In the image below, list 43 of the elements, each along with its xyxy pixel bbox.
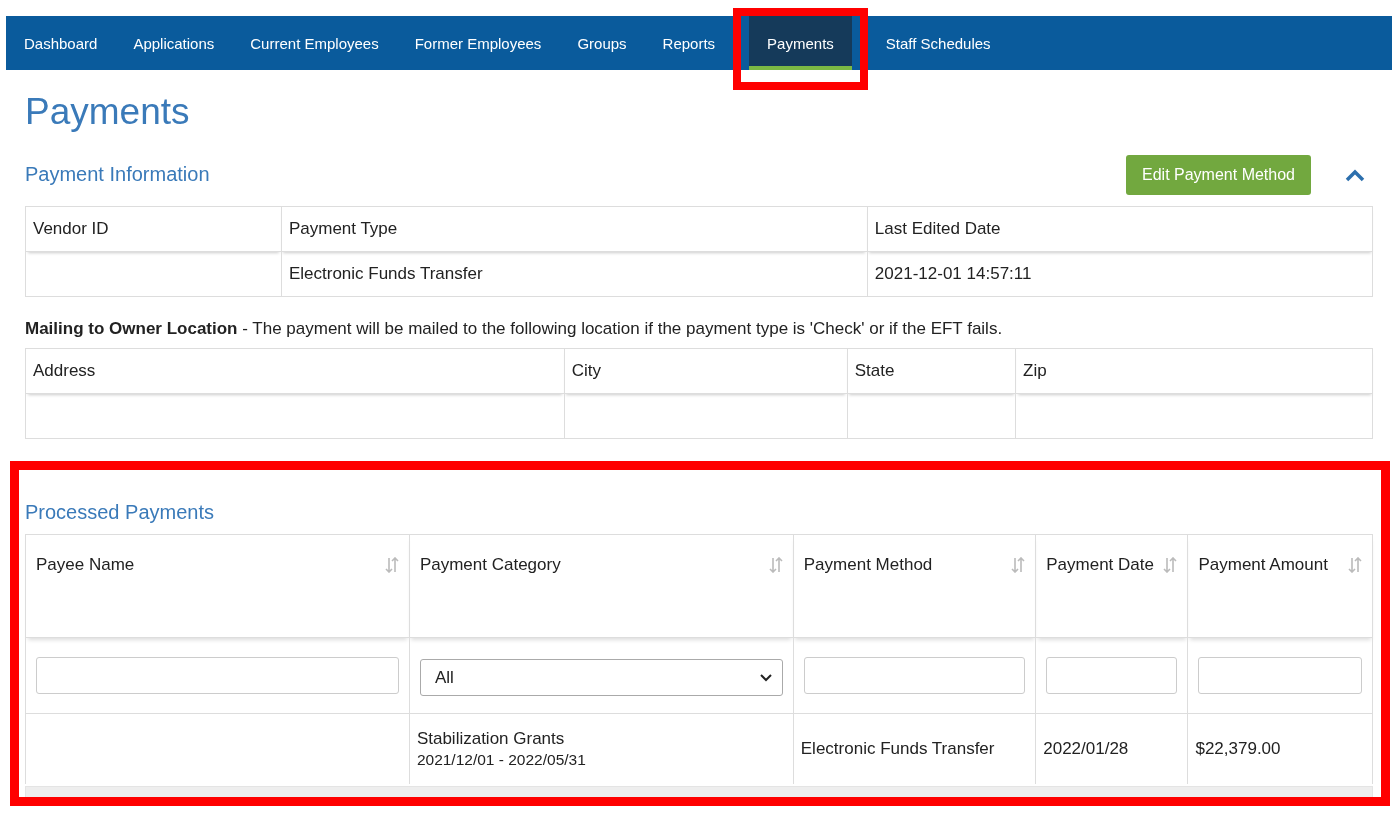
collapse-icon[interactable] xyxy=(1345,167,1365,182)
nav-tab[interactable]: Former Employees xyxy=(396,16,560,70)
column-header: Payment Type xyxy=(281,206,868,252)
nav-tab[interactable]: Applications xyxy=(115,16,233,70)
filter-input[interactable] xyxy=(1046,657,1178,694)
sort-icon[interactable] xyxy=(1348,557,1362,573)
table-cell: Electronic Funds Transfer xyxy=(288,264,483,283)
category-name: Stabilization Grants xyxy=(416,729,566,749)
column-header: Payment Category xyxy=(419,555,561,575)
nav-tab[interactable]: Dashboard xyxy=(6,16,116,70)
column-header: Payment Date xyxy=(1046,555,1154,575)
sort-icon[interactable] xyxy=(1163,557,1178,573)
sort-icon[interactable] xyxy=(768,557,783,573)
filter-input[interactable] xyxy=(803,657,1026,694)
nav-tab[interactable]: Groups xyxy=(559,16,645,70)
column-header: Payment Method xyxy=(803,555,933,575)
column-header: Payee Name xyxy=(36,555,135,575)
mailing-note: Mailing to Owner Location - The payment will be mailed to the following location if the payment type is 'Check' or if the EFT fails. xyxy=(25,319,1004,339)
filter-input[interactable] xyxy=(36,657,399,694)
sort-icon[interactable] xyxy=(384,557,399,573)
nav-tab[interactable]: Current Employees xyxy=(232,16,397,70)
table-cell: $22,379.00 xyxy=(1195,739,1281,758)
table-cell: 2022/01/28 xyxy=(1043,739,1129,758)
column-header: Address xyxy=(25,348,565,394)
category-period: 2021/12/01 - 2022/05/31 xyxy=(416,751,587,769)
nav-tab[interactable]: Payments xyxy=(749,16,852,70)
column-header: City xyxy=(564,348,848,394)
table-cell: Electronic Funds Transfer xyxy=(800,739,995,758)
column-header: Vendor ID xyxy=(25,206,282,252)
column-header: State xyxy=(847,348,1016,394)
page-title: Payments xyxy=(25,90,191,134)
section-title: Payment Information xyxy=(25,163,210,186)
sort-icon[interactable] xyxy=(1011,557,1026,573)
column-header: Zip xyxy=(1015,348,1373,394)
nav-tab[interactable]: Staff Schedules xyxy=(867,16,1009,70)
category-filter-select[interactable]: All xyxy=(419,659,783,696)
column-header: Payment Amount xyxy=(1198,555,1328,575)
column-header: Last Edited Date xyxy=(867,206,1373,252)
table-cell: 2021-12-01 14:57:11 xyxy=(874,264,1032,283)
section-title: Processed Payments xyxy=(25,501,215,524)
filter-input[interactable] xyxy=(1198,657,1362,694)
caret-icon xyxy=(759,673,772,682)
nav-tab[interactable]: Reports xyxy=(644,16,734,70)
